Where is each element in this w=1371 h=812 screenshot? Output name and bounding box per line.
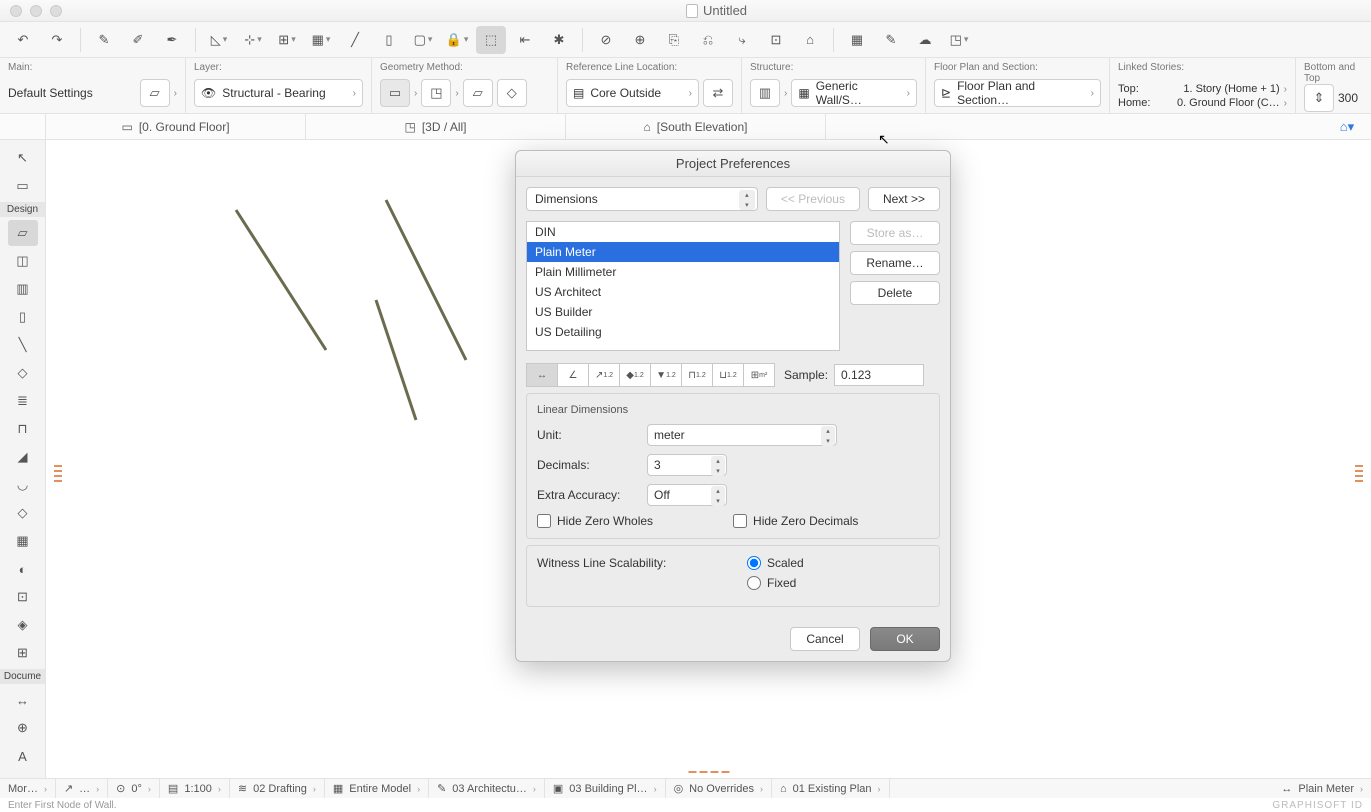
dimtab-linear[interactable]: ↔	[526, 363, 558, 387]
rename-button[interactable]: Rename…	[850, 251, 940, 275]
list-item[interactable]: US Architect	[527, 282, 839, 302]
hide-zero-wholes-checkbox[interactable]: Hide Zero Wholes	[537, 514, 653, 528]
extra-value: Off	[654, 488, 670, 502]
list-item[interactable]: Plain Meter	[527, 242, 839, 262]
dimtab-door[interactable]: ⊓1.2	[681, 363, 713, 387]
unit-value: meter	[654, 428, 685, 442]
scaled-radio[interactable]: Scaled	[747, 556, 804, 570]
linear-dimensions-title: Linear Dimensions	[537, 404, 929, 416]
witness-label: Witness Line Scalability:	[537, 556, 747, 596]
dimtab-window[interactable]: ⊔1.2	[712, 363, 744, 387]
decimals-value: 3	[654, 458, 661, 472]
decimals-select[interactable]: 3▴▾	[647, 454, 727, 476]
dimtab-area[interactable]: ⊞m²	[743, 363, 775, 387]
list-item[interactable]: Plain Millimeter	[527, 262, 839, 282]
store-as-button[interactable]: Store as…	[850, 221, 940, 245]
dimtab-radial[interactable]: ↗1.2	[588, 363, 620, 387]
stepper-icon: ▴▾	[739, 190, 755, 210]
list-item[interactable]: US Detailing	[527, 322, 839, 342]
dimtab-level[interactable]: ◆1.2	[619, 363, 651, 387]
dialog-title: Project Preferences	[516, 151, 950, 177]
dimtab-elevation[interactable]: ▼1.2	[650, 363, 682, 387]
unit-select[interactable]: meter▴▾	[647, 424, 837, 446]
standards-listbox[interactable]: DIN Plain Meter Plain Millimeter US Arch…	[526, 221, 840, 351]
category-value: Dimensions	[535, 192, 598, 206]
delete-button[interactable]: Delete	[850, 281, 940, 305]
previous-button[interactable]: << Previous	[766, 187, 860, 211]
fixed-radio[interactable]: Fixed	[747, 576, 804, 590]
sample-label: Sample:	[784, 368, 828, 382]
hide-zero-decimals-checkbox[interactable]: Hide Zero Decimals	[733, 514, 858, 528]
project-preferences-dialog: Project Preferences Dimensions ▴▾ << Pre…	[515, 150, 951, 662]
sample-value: 0.123	[834, 364, 924, 386]
category-select[interactable]: Dimensions ▴▾	[526, 187, 758, 211]
list-item[interactable]: US Builder	[527, 302, 839, 322]
ok-button[interactable]: OK	[870, 627, 940, 651]
extra-accuracy-label: Extra Accuracy:	[537, 488, 647, 502]
list-item[interactable]: DIN	[527, 222, 839, 242]
extra-accuracy-select[interactable]: Off▴▾	[647, 484, 727, 506]
unit-label: Unit:	[537, 428, 647, 442]
next-button[interactable]: Next >>	[868, 187, 940, 211]
dimtab-angular[interactable]: ∠	[557, 363, 589, 387]
cancel-button[interactable]: Cancel	[790, 627, 860, 651]
decimals-label: Decimals:	[537, 458, 647, 472]
modal-overlay: Project Preferences Dimensions ▴▾ << Pre…	[0, 0, 1371, 812]
